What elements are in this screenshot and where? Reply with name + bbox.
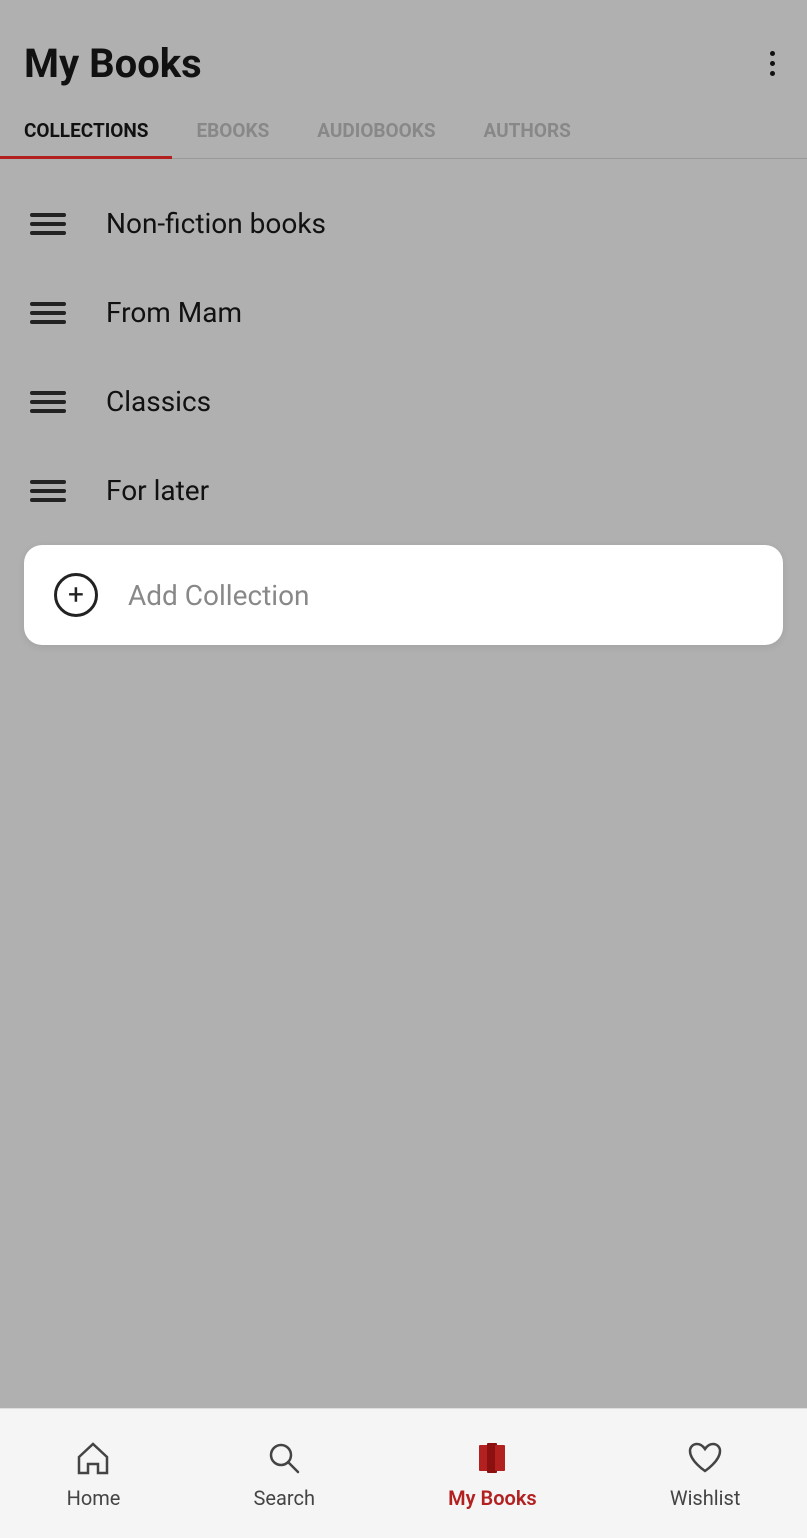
collection-name: For later: [106, 474, 209, 507]
nav-label-mybooks: My Books: [448, 1486, 537, 1510]
add-circle-icon: [54, 573, 98, 617]
nav-item-mybooks[interactable]: My Books: [428, 1428, 557, 1520]
tab-ebooks[interactable]: EBOOKS: [172, 103, 293, 158]
more-options-button[interactable]: [762, 43, 783, 84]
home-icon: [73, 1438, 113, 1478]
list-item[interactable]: Classics: [0, 357, 807, 446]
collections-list: Non-fiction books From Mam Classics For …: [0, 159, 807, 1538]
nav-label-home: Home: [67, 1486, 121, 1510]
wishlist-icon: [685, 1438, 725, 1478]
header: My Books: [0, 0, 807, 87]
collection-name: From Mam: [106, 296, 242, 329]
collection-name: Classics: [106, 385, 211, 418]
nav-item-wishlist[interactable]: Wishlist: [650, 1428, 761, 1520]
tab-collections[interactable]: COLLECTIONS: [0, 103, 172, 158]
list-item[interactable]: For later: [0, 446, 807, 535]
page-title: My Books: [24, 40, 202, 87]
add-collection-label: Add Collection: [128, 579, 310, 612]
mybooks-icon: [472, 1438, 512, 1478]
list-icon: [30, 480, 66, 502]
list-item[interactable]: Non-fiction books: [0, 179, 807, 268]
tab-audiobooks[interactable]: AUDIOBOOKS: [293, 103, 459, 158]
list-icon: [30, 391, 66, 413]
nav-item-search[interactable]: Search: [234, 1428, 335, 1520]
list-icon: [30, 213, 66, 235]
collection-name: Non-fiction books: [106, 207, 326, 240]
nav-label-wishlist: Wishlist: [670, 1486, 741, 1510]
nav-item-home[interactable]: Home: [47, 1428, 141, 1520]
bottom-navigation: Home Search My Books Wishlist: [0, 1408, 807, 1538]
tab-bar: COLLECTIONS EBOOKS AUDIOBOOKS AUTHORS: [0, 103, 807, 159]
nav-label-search: Search: [254, 1486, 315, 1510]
list-item[interactable]: From Mam: [0, 268, 807, 357]
list-icon: [30, 302, 66, 324]
search-icon: [264, 1438, 304, 1478]
add-collection-button[interactable]: Add Collection: [24, 545, 783, 645]
tab-authors[interactable]: AUTHORS: [460, 103, 595, 158]
